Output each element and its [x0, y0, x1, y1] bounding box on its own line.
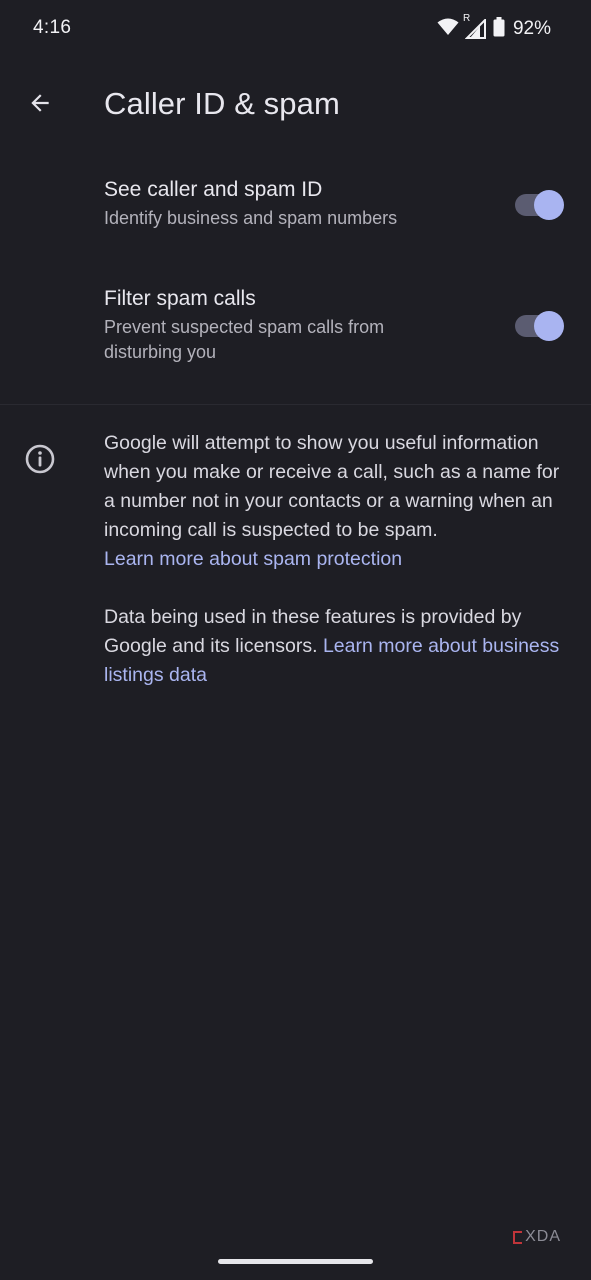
page-title: Caller ID & spam — [104, 86, 340, 121]
setting-subtitle: Identify business and spam numbers — [104, 208, 398, 228]
status-bar: 4:16 R 92% — [0, 0, 591, 58]
info-paragraph-spam: Google will attempt to show you useful i… — [104, 429, 574, 574]
switch-thumb — [534, 311, 564, 341]
setting-subtitle: Prevent suspected spam calls from distur… — [104, 317, 385, 362]
status-icons: R 92% — [437, 13, 551, 43]
setting-text: See caller and spam ID Identify business… — [104, 176, 484, 231]
info-text-spam: Google will attempt to show you useful i… — [104, 432, 560, 541]
section-divider — [0, 404, 591, 405]
see-caller-spam-id-switch[interactable] — [515, 190, 564, 220]
setting-filter-spam-calls[interactable]: Filter spam calls Prevent suspected spam… — [0, 270, 591, 382]
xda-watermark: XDA — [513, 1228, 561, 1246]
arrow-back-icon — [27, 90, 53, 121]
battery-icon — [493, 16, 505, 42]
switch-thumb — [534, 190, 564, 220]
gesture-nav-handle[interactable] — [218, 1259, 373, 1264]
learn-more-spam-protection-link[interactable]: Learn more about spam protection — [104, 548, 402, 570]
info-paragraph-data: Data being used in these features is pro… — [104, 603, 574, 690]
setting-text: Filter spam calls Prevent suspected spam… — [104, 285, 464, 365]
back-button[interactable] — [16, 81, 64, 129]
app-bar: Caller ID & spam — [0, 72, 591, 138]
setting-see-caller-spam-id[interactable]: See caller and spam ID Identify business… — [0, 160, 591, 254]
watermark-text: XDA — [525, 1228, 561, 1245]
xda-logo-mark — [513, 1230, 523, 1244]
signal-icon: R — [463, 13, 487, 39]
status-time: 4:16 — [33, 17, 72, 38]
setting-title: Filter spam calls — [104, 287, 256, 310]
wifi-icon — [437, 18, 459, 41]
battery-percent: 92% — [512, 18, 551, 39]
info-icon — [24, 443, 56, 475]
setting-title: See caller and spam ID — [104, 178, 323, 201]
filter-spam-calls-switch[interactable] — [515, 311, 564, 341]
